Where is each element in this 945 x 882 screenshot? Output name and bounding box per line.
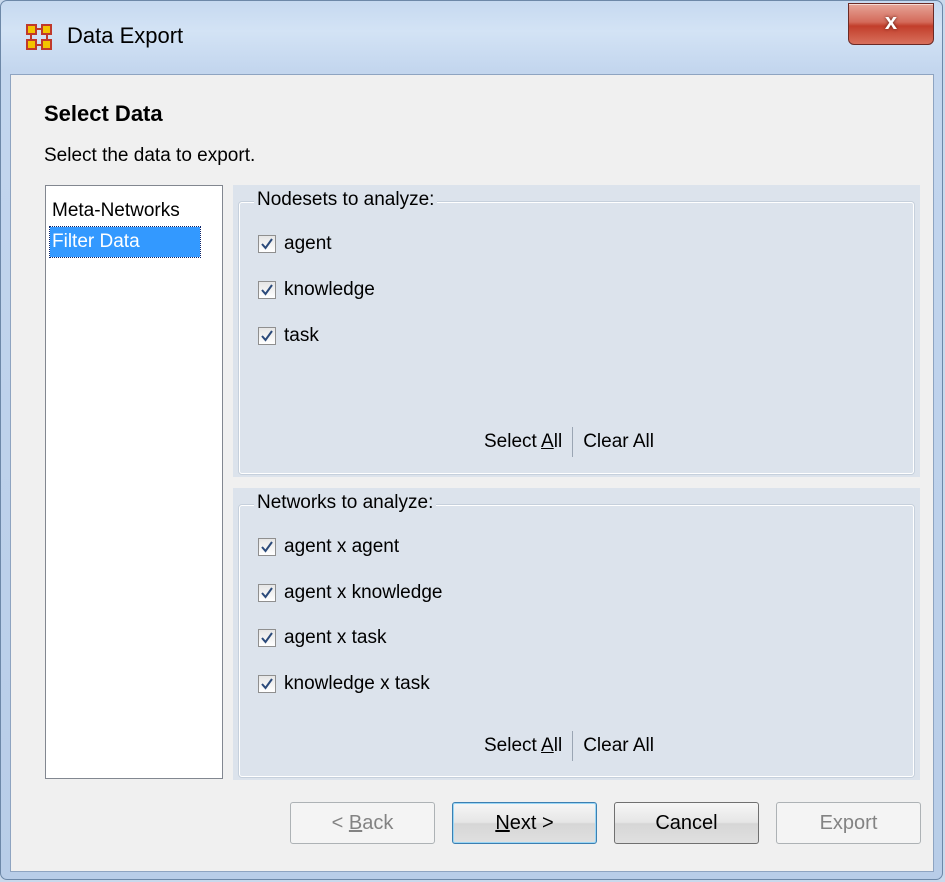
close-button[interactable]: x	[848, 3, 934, 45]
checkbox[interactable]	[258, 538, 276, 556]
checkbox-row-agent-x-agent[interactable]: agent x agent	[258, 534, 399, 560]
networks-actions: Select All Clear All	[484, 731, 654, 761]
checkbox-label: agent	[284, 233, 332, 254]
step-list: Meta-Networks Filter Data	[45, 185, 223, 779]
window-title: Data Export	[67, 23, 184, 48]
select-all-link[interactable]: Select All	[484, 431, 562, 453]
page-title: Select Data	[44, 101, 163, 126]
checkbox-row-task[interactable]: task	[258, 323, 319, 349]
back-button[interactable]: < Back	[290, 802, 435, 844]
nodesets-panel: Nodesets to analyze: agent knowledge tas…	[233, 185, 920, 477]
checkbox[interactable]	[258, 235, 276, 253]
nav-item-filter-data[interactable]: Filter Data	[49, 226, 201, 258]
dialog-content: Select Data Select the data to export. M…	[10, 74, 934, 872]
checkbox-label: agent x task	[284, 627, 387, 648]
clear-all-link[interactable]: Clear All	[583, 735, 654, 757]
networks-title: Networks to analyze:	[254, 492, 437, 514]
nav-item-meta-networks[interactable]: Meta-Networks	[50, 196, 182, 226]
networks-panel: Networks to analyze: agent x agent agent…	[233, 488, 920, 780]
network-app-icon	[26, 24, 52, 50]
dialog-window: Data Export x Select Data Select the dat…	[0, 0, 943, 880]
checkbox-label: agent x knowledge	[284, 582, 443, 603]
separator	[572, 427, 574, 457]
nodesets-actions: Select All Clear All	[484, 427, 654, 457]
checkbox[interactable]	[258, 584, 276, 602]
checkbox-row-agent[interactable]: agent	[258, 231, 332, 257]
checkmark-icon	[261, 678, 273, 690]
checkbox-label: knowledge x task	[284, 673, 430, 694]
checkbox[interactable]	[258, 281, 276, 299]
nodesets-group: Nodesets to analyze: agent knowledge tas…	[239, 189, 914, 474]
networks-group: Networks to analyze: agent x agent agent…	[239, 492, 914, 777]
checkmark-icon	[261, 632, 273, 644]
checkbox-row-agent-x-knowledge[interactable]: agent x knowledge	[258, 580, 442, 606]
cancel-button[interactable]: Cancel	[614, 802, 759, 844]
checkmark-icon	[261, 238, 273, 250]
checkbox-row-knowledge[interactable]: knowledge	[258, 277, 375, 303]
checkmark-icon	[261, 587, 273, 599]
checkbox[interactable]	[258, 327, 276, 345]
select-all-link[interactable]: Select All	[484, 735, 562, 757]
checkbox-label: knowledge	[284, 279, 375, 300]
next-button[interactable]: Next >	[452, 802, 597, 844]
title-bar[interactable]: Data Export x	[1, 1, 942, 75]
separator	[572, 731, 574, 761]
checkbox[interactable]	[258, 629, 276, 647]
checkbox-row-agent-x-task[interactable]: agent x task	[258, 625, 386, 651]
checkbox-label: task	[284, 325, 319, 346]
nodesets-title: Nodesets to analyze:	[254, 189, 438, 211]
clear-all-link[interactable]: Clear All	[583, 431, 654, 453]
checkmark-icon	[261, 330, 273, 342]
checkbox[interactable]	[258, 675, 276, 693]
export-button[interactable]: Export	[776, 802, 921, 844]
checkbox-label: agent x agent	[284, 536, 400, 557]
checkbox-row-knowledge-x-task[interactable]: knowledge x task	[258, 671, 430, 697]
page-subtitle: Select the data to export.	[44, 145, 256, 166]
close-icon: x	[884, 9, 898, 34]
checkmark-icon	[261, 541, 273, 553]
checkmark-icon	[261, 284, 273, 296]
